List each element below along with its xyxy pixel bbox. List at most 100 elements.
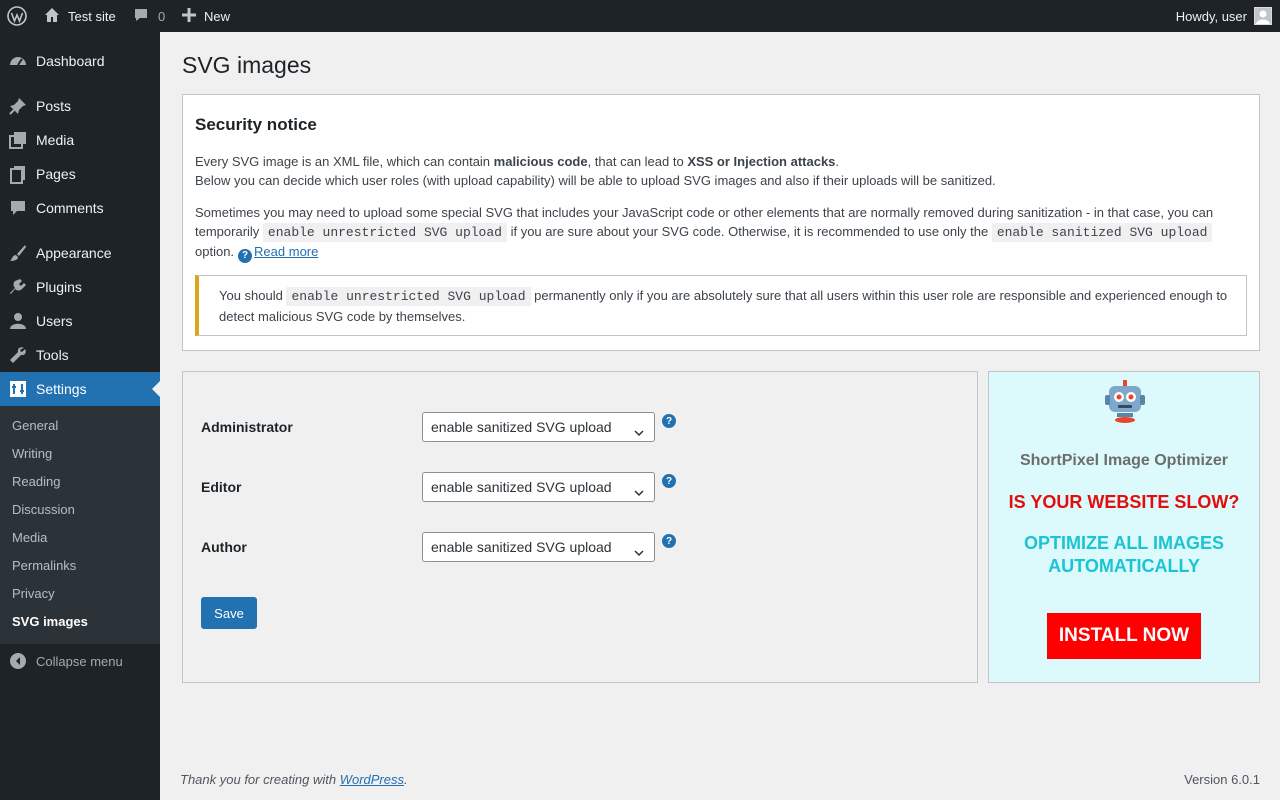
chevron-down-icon [634,484,644,500]
role-settings-form: Administrator enable sanitized SVG uploa… [182,371,978,683]
notice-heading: Security notice [195,115,317,134]
ad-subheadline: OPTIMIZE ALL IMAGES AUTOMATICALLY [1023,533,1224,576]
new-label: New [204,8,231,24]
notice-text: option. [195,244,235,259]
help-icon[interactable]: ? [662,474,676,488]
collapse-label: Collapse menu [36,653,123,669]
role-row-administrator: Administrator enable sanitized SVG uploa… [201,412,961,442]
read-more-link[interactable]: Read more [254,244,318,259]
notice-paragraph-2: Sometimes you may need to upload some sp… [195,203,1245,263]
select-value: enable sanitized SVG upload [431,539,612,555]
role-label: Administrator [201,419,293,435]
sidebar-item-label: Users [36,313,73,329]
collapse-arrow-icon [10,653,26,669]
submenu-item-reading[interactable]: Reading [12,472,60,492]
notice-text: . [835,154,840,169]
footer-thanks: Thank you for creating with WordPress. [180,772,408,787]
settings-icon [8,379,28,399]
sidebar-item-label: Comments [36,200,104,216]
notice-text: Every SVG image is an XML file, which ca… [195,154,494,169]
role-row-author: Author enable sanitized SVG upload ? [201,532,961,562]
submenu-item-permalinks[interactable]: Permalinks [12,556,76,576]
sidebar-item-label: Tools [36,347,69,363]
install-now-button[interactable]: INSTALL NOW [1047,613,1201,659]
notice-paragraph-1: Every SVG image is an XML file, which ca… [195,152,1245,190]
ad-headline: IS YOUR WEBSITE SLOW? [1008,492,1240,512]
select-value: enable sanitized SVG upload [431,479,612,495]
plug-icon [8,277,28,297]
notice-text: Below you can decide which user roles (w… [195,173,996,188]
save-button[interactable]: Save [201,597,257,629]
chevron-down-icon [634,544,644,560]
my-account-link[interactable]: Howdy, user [1176,0,1272,32]
sidebar-item-users[interactable]: Users [0,304,160,338]
submenu-item-discussion[interactable]: Discussion [12,500,75,520]
warning-text: You should enable unrestricted SVG uploa… [219,286,1229,327]
author-upload-select[interactable]: enable sanitized SVG upload [422,532,655,562]
admin-bar: Test site 0 New Howdy, user [0,0,1280,32]
select-value: enable sanitized SVG upload [431,419,612,435]
sidebar-item-appearance[interactable]: Appearance [0,236,160,270]
sidebar-item-label: Settings [36,381,87,397]
notice-text: if you are sure about your SVG code. Oth… [506,224,992,239]
role-label: Author [201,539,247,555]
submenu-item-media[interactable]: Media [12,528,47,548]
warning-code: enable unrestricted SVG upload [286,287,531,306]
sidebar-item-label: Posts [36,98,72,114]
sidebar-item-label: Appearance [36,245,112,261]
new-content-link[interactable]: New [182,0,230,32]
submenu-item-general[interactable]: General [12,416,58,436]
user-icon [8,311,28,331]
notice-code: enable unrestricted SVG upload [262,223,507,242]
shortpixel-ad[interactable]: ShortPixel Image Optimizer IS YOUR WEBSI… [988,371,1260,683]
sidebar-item-comments[interactable]: Comments [0,191,160,225]
submenu-item-writing[interactable]: Writing [12,444,52,464]
editor-upload-select[interactable]: enable sanitized SVG upload [422,472,655,502]
brush-icon [8,243,28,263]
media-icon [8,130,28,150]
pin-icon [8,96,28,116]
dashboard-icon [8,51,28,71]
ad-title: ShortPixel Image Optimizer [1019,452,1229,469]
comments-count: 0 [158,8,166,24]
sidebar-item-label: Media [36,132,75,148]
warning-text-part: You should [219,288,287,303]
sidebar-item-tools[interactable]: Tools [0,338,160,372]
sidebar-item-dashboard[interactable]: Dashboard [0,44,160,78]
wordpress-link[interactable]: WordPress [340,772,404,787]
collapse-menu-button[interactable]: Collapse menu [0,652,160,670]
main-content: SVG images Security notice Every SVG ima… [160,32,1280,800]
settings-submenu: General Writing Reading Discussion Media… [0,406,160,644]
help-icon[interactable]: ? [662,414,676,428]
sidebar-item-posts[interactable]: Posts [0,89,160,123]
sidebar-item-label: Dashboard [36,53,105,69]
wrench-icon [8,345,28,365]
footer-version: Version 6.0.1 [1184,772,1260,787]
sidebar-item-media[interactable]: Media [0,123,160,157]
submenu-item-privacy[interactable]: Privacy [12,584,55,604]
wordpress-logo-icon[interactable] [7,0,29,32]
footer-text: Thank you for creating with [180,772,340,787]
help-icon: ? [238,248,253,263]
submenu-item-svg-images[interactable]: SVG images [12,612,88,632]
role-row-editor: Editor enable sanitized SVG upload ? [201,472,961,502]
site-name-link[interactable]: Test site [44,0,116,32]
comment-icon [8,198,28,218]
avatar [1254,7,1272,25]
pages-icon [8,164,28,184]
sidebar-item-label: Plugins [36,279,82,295]
footer-text: . [404,772,408,787]
admin-sidebar: Dashboard Posts Media Pages Comments App… [0,32,160,800]
comments-link[interactable]: 0 [133,0,165,32]
chevron-down-icon [634,424,644,440]
sidebar-item-plugins[interactable]: Plugins [0,270,160,304]
warning-notice: You should enable unrestricted SVG uploa… [195,275,1247,336]
plus-icon [182,7,196,25]
page-title: SVG images [182,52,312,78]
notice-code: enable sanitized SVG upload [991,223,1213,242]
administrator-upload-select[interactable]: enable sanitized SVG upload [422,412,655,442]
sidebar-item-pages[interactable]: Pages [0,157,160,191]
sidebar-item-settings[interactable]: Settings [0,372,160,406]
notice-bold-text: malicious code [493,154,588,169]
help-icon[interactable]: ? [662,534,676,548]
